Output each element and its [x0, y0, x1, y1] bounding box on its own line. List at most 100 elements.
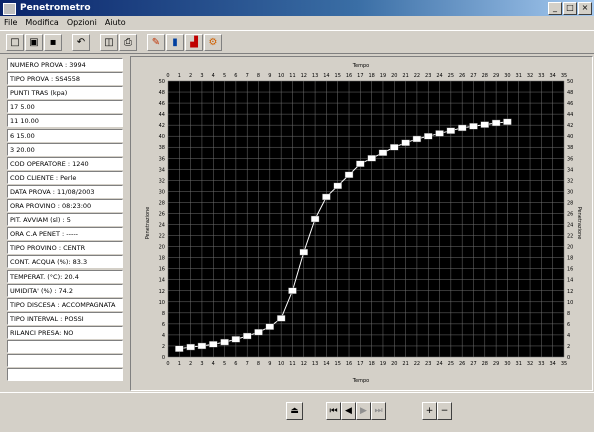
y-tick-label-left: 18	[159, 256, 165, 262]
x-tick-label-top: 33	[538, 73, 544, 79]
new-icon: □	[10, 37, 20, 48]
x-tick-label-top: 4	[212, 73, 215, 79]
y-tick-label-right: 18	[567, 256, 573, 262]
close-button[interactable]: ×	[578, 2, 592, 15]
x-tick-label-top: 19	[380, 73, 386, 79]
data-field[interactable]: UMIDITA' (%) : 74.2	[7, 283, 123, 297]
y-tick-label-right: 6	[567, 322, 570, 328]
y-tick-label-right: 24	[567, 223, 573, 229]
first-icon: ⏮	[329, 406, 338, 416]
print-button[interactable]: ⎙	[119, 34, 137, 51]
data-point	[220, 338, 229, 346]
add-button[interactable]: +	[422, 402, 437, 420]
last-icon: ⏭	[374, 406, 383, 416]
data-field[interactable]: ORA C.A PENET : -----	[7, 227, 123, 241]
bar-button[interactable]: ▮	[166, 34, 184, 51]
settings-button[interactable]: ⚙	[204, 34, 222, 51]
chart-panel: Tempo Tempo Penetrazione Penetrazione 00…	[130, 56, 593, 391]
data-field[interactable]: 3 20.00	[7, 142, 123, 156]
data-field[interactable]: TIPO PROVA : SS4558	[7, 72, 123, 86]
home-icon: ⏏	[290, 406, 299, 416]
data-field[interactable]: PUNTI TRAS (kpa)	[7, 86, 123, 100]
data-point	[310, 215, 320, 223]
data-field[interactable]: 6 15.00	[7, 128, 123, 142]
x-tick-label-top: 2	[189, 73, 192, 79]
first-button[interactable]: ⏮	[326, 402, 341, 420]
data-point	[412, 135, 422, 143]
undo-button[interactable]: ↶	[72, 34, 90, 51]
data-point	[491, 119, 501, 127]
data-field[interactable]: TEMPERAT. (°C): 20.4	[7, 269, 123, 283]
data-field[interactable]: ORA PROVINO : 08:23:00	[7, 199, 123, 212]
y-tick-label-left: 46	[159, 101, 165, 107]
data-field[interactable]: NUMERO PROVA : 3994	[7, 58, 123, 71]
x-tick-label-top: 34	[549, 73, 555, 79]
x-tick-label-bottom: 20	[391, 361, 397, 367]
data-point	[457, 124, 467, 132]
x-tick-label-top: 20	[391, 73, 397, 79]
preview-button[interactable]: ◫	[100, 34, 118, 51]
x-tick-label-top: 18	[368, 73, 374, 79]
data-field[interactable]: 17 5.00	[7, 100, 123, 114]
y-tick-label-right: 12	[567, 289, 573, 295]
open-icon: ▣	[29, 37, 39, 48]
y-tick-label-right: 48	[567, 90, 573, 96]
prev-button[interactable]: ◀	[341, 402, 356, 420]
data-point	[503, 118, 512, 126]
x-tick-label-top: 25	[448, 73, 454, 79]
data-field[interactable]: TIPO PROVINO : CENTR	[7, 241, 123, 255]
data-field[interactable]: DATA PROVA : 11/08/2003	[7, 184, 123, 198]
x-axis-title-bottom: Tempo	[352, 378, 369, 384]
y-tick-label-right: 20	[567, 245, 573, 251]
new-button[interactable]: □	[6, 34, 24, 51]
data-field[interactable]: 11 10.00	[7, 114, 123, 128]
maximize-button[interactable]: □	[563, 2, 577, 15]
x-tick-label-top: 24	[436, 73, 442, 79]
x-tick-label-bottom: 35	[561, 361, 567, 367]
menu-aiuto[interactable]: Aiuto	[101, 16, 130, 29]
menu-opzioni[interactable]: Opzioni	[63, 16, 101, 29]
data-field[interactable]: RILANCI PRESA: NO	[7, 325, 123, 339]
data-point	[378, 149, 388, 156]
bar-icon: ▮	[172, 37, 178, 48]
menu-bar: File Modifica Opzioni Aiuto	[0, 16, 594, 29]
data-field[interactable]: TIPO INTERVAL : POSSI	[7, 311, 123, 325]
x-tick-label-top: 21	[402, 73, 408, 79]
x-tick-label-top: 0	[166, 73, 169, 79]
x-tick-label-top: 26	[459, 73, 465, 79]
data-field[interactable]: PIT. AVVIAM (sl) : 5	[7, 213, 123, 227]
open-button[interactable]: ▣	[25, 34, 43, 51]
x-tick-label-top: 7	[246, 73, 249, 79]
save-button[interactable]: ▪	[44, 34, 62, 51]
next-button[interactable]: ▶	[356, 402, 371, 420]
data-field[interactable]	[7, 368, 123, 382]
plot-area: 0011223344556677889910101111121213131414…	[159, 73, 574, 367]
y-tick-label-right: 16	[567, 267, 573, 273]
menu-file[interactable]: File	[0, 16, 21, 29]
pen-button[interactable]: ✎	[147, 34, 165, 51]
data-point	[322, 193, 331, 201]
menu-modifica[interactable]: Modifica	[21, 16, 62, 29]
data-field[interactable]: CONT. ACQUA (%): 83.3	[7, 255, 123, 269]
y-tick-label-left: 12	[159, 289, 165, 295]
window-controls: _ □ ×	[548, 2, 592, 15]
remove-button[interactable]: −	[437, 402, 452, 420]
x-tick-label-bottom: 12	[301, 361, 307, 367]
last-button[interactable]: ⏭	[371, 402, 386, 420]
data-point	[197, 342, 207, 350]
data-point	[424, 132, 433, 140]
x-tick-label-bottom: 2	[189, 361, 192, 367]
data-field[interactable]	[7, 340, 123, 353]
navigator-bar: ⏏ ⏮ ◀ ▶ ⏭ + −	[0, 392, 594, 432]
home-button[interactable]: ⏏	[286, 402, 303, 420]
data-field[interactable]: TIPO DISCESA : ACCOMPAGNATA	[7, 297, 123, 311]
minimize-button[interactable]: _	[548, 2, 562, 15]
data-field[interactable]: COD OPERATORE : 1240	[7, 156, 123, 170]
data-field[interactable]	[7, 354, 123, 368]
window-title: Penetrometro	[20, 3, 91, 13]
chart-button[interactable]: ▟	[185, 34, 203, 51]
x-tick-label-bottom: 31	[516, 361, 522, 367]
data-field[interactable]: COD CLIENTE : Perle	[7, 170, 123, 184]
x-tick-label-bottom: 29	[493, 361, 499, 367]
data-point	[254, 328, 263, 336]
